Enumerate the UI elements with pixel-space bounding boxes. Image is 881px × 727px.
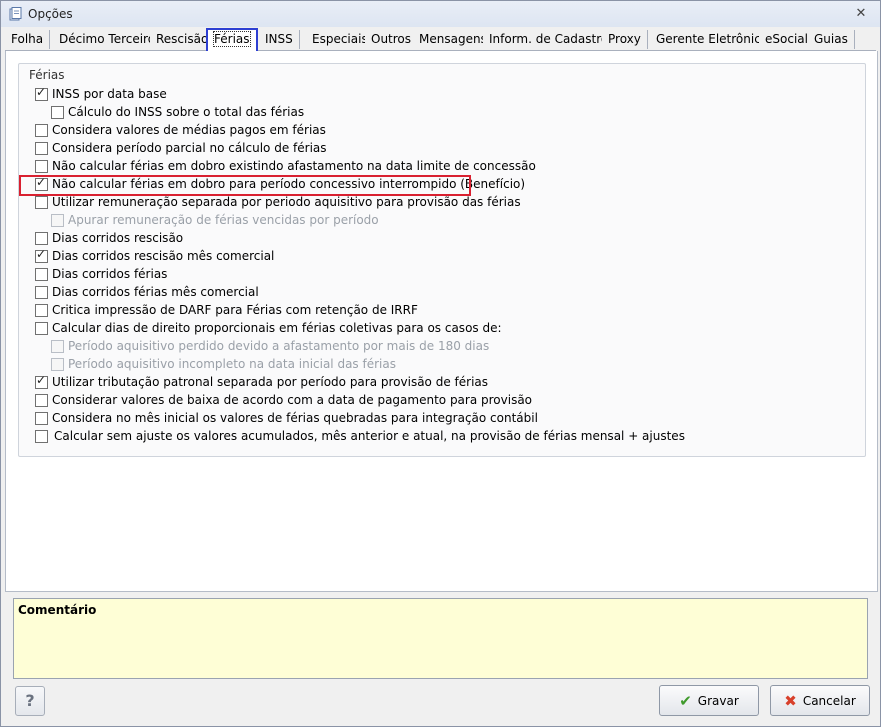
tab-strip: Folha Décimo Terceiro Rescisão Férias IN… [5,28,876,53]
checkbox [51,213,64,227]
checkbox[interactable] [35,195,48,209]
checkbox [51,339,64,353]
tab-page-ferias: Férias INSS por data base Cálculo do INS… [5,51,878,592]
option-periodo-incompleto: Período aquisitivo incompleto na data in… [51,356,396,372]
check-icon: ✔ [679,691,692,710]
tab-mensagens[interactable]: Mensagens [413,30,494,49]
tab-esocial[interactable]: eSocial [759,30,815,49]
tab-inform-cadastro[interactable]: Inform. de Cadastro [483,30,616,49]
option-critica-darf[interactable]: Critica impressão de DARF para Férias co… [35,302,418,318]
option-medias-pagos-ferias[interactable]: Considera valores de médias pagos em fér… [35,122,326,138]
tab-outros[interactable]: Outros [365,30,419,49]
tab-proxy[interactable]: Proxy [602,30,648,49]
checkbox[interactable] [35,303,48,317]
option-nao-calcular-dobro-afastamento[interactable]: Não calcular férias em dobro existindo a… [35,158,536,174]
comment-label: Comentário [18,603,97,617]
group-title: Férias [29,68,65,82]
option-baixa-data-pagamento[interactable]: Considerar valores de baixa de acordo co… [35,392,532,408]
checkbox[interactable] [35,123,48,137]
close-icon[interactable]: ✕ [854,7,868,21]
cancel-button[interactable]: ✖ Cancelar [770,685,870,716]
option-tributacao-patronal[interactable]: Utilizar tributação patronal separada po… [35,373,488,390]
checkbox[interactable] [35,267,48,281]
checkbox[interactable] [35,159,48,173]
tab-decimo-terceiro[interactable]: Décimo Terceiro [53,30,163,49]
option-dias-corridos-ferias-comercial[interactable]: Dias corridos férias mês comercial [35,284,259,300]
option-calculo-inss-total-ferias[interactable]: Cálculo do INSS sobre o total das férias [51,104,304,120]
option-dias-corridos-ferias[interactable]: Dias corridos férias [35,266,167,282]
help-button[interactable]: ? [15,686,45,716]
option-dias-proporcionais-coletivas[interactable]: Calcular dias de direito proporcionais e… [35,320,502,336]
checkbox[interactable] [35,429,48,443]
checkbox[interactable] [35,321,48,335]
checkbox[interactable] [35,247,48,263]
option-inss-data-base[interactable]: INSS por data base [35,85,167,102]
app-icon [9,7,22,21]
checkbox [51,357,64,371]
option-periodo-parcial[interactable]: Considera período parcial no cálculo de … [35,140,327,156]
comment-area[interactable]: Comentário [13,598,868,679]
option-dias-corridos-rescisao[interactable]: Dias corridos rescisão [35,230,183,246]
checkbox[interactable] [35,85,48,101]
option-apurar-ferias-vencidas: Apurar remuneração de férias vencidas po… [51,212,379,228]
tab-gerente-eletronico[interactable]: Gerente Eletrônico [650,30,776,49]
tab-guias[interactable]: Guias [808,30,855,49]
option-dias-corridos-rescisao-comercial[interactable]: Dias corridos rescisão mês comercial [35,247,274,264]
option-periodo-perdido-afastamento: Período aquisitivo perdido devido a afas… [51,338,489,354]
option-remuneracao-separada[interactable]: Utilizar remuneração separada por period… [35,194,521,210]
tab-ferias[interactable]: Férias [206,28,258,53]
option-ferias-quebradas-contabil[interactable]: Considera no mês inicial os valores de f… [35,410,538,426]
tab-folha[interactable]: Folha [5,30,51,49]
option-sem-ajuste-acumulados[interactable]: Calcular sem ajuste os valores acumulado… [35,428,685,444]
x-icon: ✖ [784,691,797,710]
checkbox[interactable] [35,141,48,155]
checkbox[interactable] [35,285,48,299]
checkbox[interactable] [35,393,48,407]
checkbox[interactable] [35,373,48,389]
tab-inss[interactable]: INSS [259,30,300,49]
title-bar: Opções ✕ [1,1,880,27]
highlight-box [19,175,471,196]
checkbox[interactable] [51,105,64,119]
window-title: Opções [28,7,73,21]
ferias-groupbox: Férias INSS por data base Cálculo do INS… [18,63,866,457]
checkbox[interactable] [35,411,48,425]
checkbox[interactable] [35,231,48,245]
save-button[interactable]: ✔ Gravar [659,685,759,716]
options-window: Opções ✕ Folha Décimo Terceiro Rescisão … [0,0,881,727]
